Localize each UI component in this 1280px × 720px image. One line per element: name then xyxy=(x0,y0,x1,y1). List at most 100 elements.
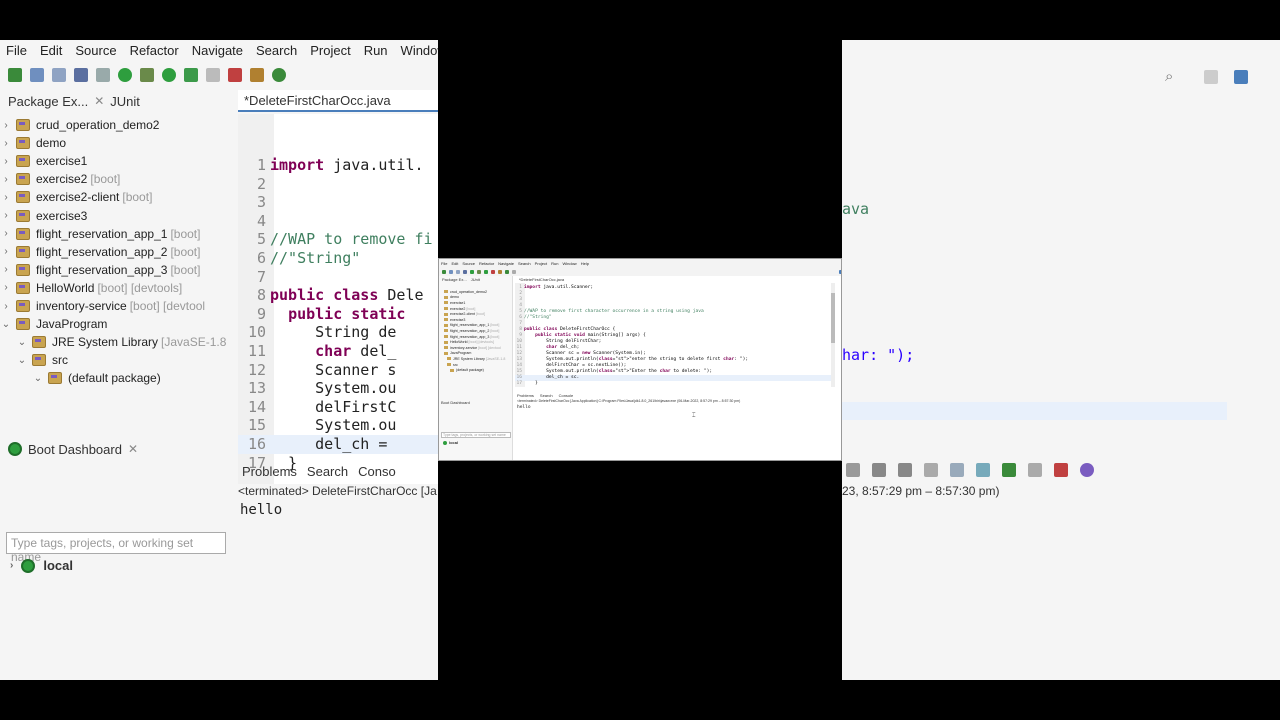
junit-tab[interactable]: JUnit xyxy=(471,277,480,282)
menu-edit[interactable]: Edit xyxy=(40,43,62,58)
project-tree-item[interactable]: › demo xyxy=(0,134,66,152)
chevron-icon[interactable]: › xyxy=(0,264,12,275)
menu-search[interactable]: Search xyxy=(256,43,297,58)
close-icon[interactable]: ✕ xyxy=(128,442,138,456)
menu-item[interactable]: Help xyxy=(581,261,589,266)
code-line[interactable]: 2 xyxy=(238,175,270,194)
chevron-icon[interactable]: › xyxy=(0,156,12,167)
chevron-icon[interactable]: ⌄ xyxy=(32,373,44,384)
code-line[interactable]: 14 delFirstC xyxy=(238,398,397,417)
editor-tab[interactable]: *DeleteFirstCharOcc.java xyxy=(238,90,438,112)
chevron-icon[interactable]: ⌄ xyxy=(16,337,28,348)
remove-launch-icon[interactable] xyxy=(872,463,886,477)
code-line[interactable]: 3 xyxy=(238,193,270,212)
editor-scrollbar[interactable] xyxy=(831,283,835,387)
chevron-icon[interactable]: › xyxy=(0,282,12,293)
menu-item[interactable]: Project xyxy=(535,261,547,266)
terminal-icon[interactable] xyxy=(74,68,88,82)
scrollbar-thumb[interactable] xyxy=(831,293,835,343)
project-tree-item[interactable]: (default package) xyxy=(439,367,512,373)
menu-item[interactable]: Source xyxy=(462,261,475,266)
code-line[interactable]: 8 public class Dele xyxy=(238,286,424,305)
project-tree-item[interactable]: ⌄ (default package) xyxy=(32,369,161,387)
display-console-icon[interactable] xyxy=(1002,463,1016,477)
code-line[interactable]: 9 public static xyxy=(238,305,406,324)
project-tree-item[interactable]: › flight_reservation_app_2 [boot] xyxy=(0,243,200,261)
code-line[interactable]: 16 del_ch = sc. xyxy=(515,375,831,381)
boot-filter-input[interactable]: Type tags, projects, or working set name xyxy=(441,432,511,438)
close-icon[interactable]: ✕ xyxy=(94,94,104,108)
chevron-icon[interactable]: › xyxy=(0,246,12,257)
code-line[interactable]: 17 } xyxy=(515,381,537,387)
run-icon[interactable] xyxy=(162,68,176,82)
boot-dashboard-tab[interactable]: Boot Dashboard ✕ xyxy=(0,438,232,460)
new-icon[interactable] xyxy=(442,269,446,274)
pin-console-icon[interactable] xyxy=(976,463,990,477)
new-icon[interactable] xyxy=(8,68,22,82)
code-line[interactable]: 10 String de xyxy=(238,323,397,342)
external-tools-icon[interactable] xyxy=(491,269,495,274)
spring-icon[interactable] xyxy=(118,68,132,82)
open-console-icon[interactable] xyxy=(1028,463,1042,477)
chevron-icon[interactable]: › xyxy=(0,192,12,203)
chevron-icon[interactable]: › xyxy=(0,120,12,131)
problems-tab[interactable]: Problems xyxy=(517,393,534,398)
code-line[interactable]: 7 xyxy=(238,268,270,287)
refresh-icon[interactable] xyxy=(272,68,286,82)
code-line[interactable]: 5//WAP to remove fi xyxy=(238,230,433,249)
remove-all-icon[interactable] xyxy=(898,463,912,477)
debug-icon[interactable] xyxy=(140,68,154,82)
debug-icon[interactable] xyxy=(477,269,481,274)
menu-project[interactable]: Project xyxy=(310,43,350,58)
menu-source[interactable]: Source xyxy=(75,43,116,58)
code-line[interactable]: 16 del_ch = xyxy=(238,435,438,454)
boot-local-node[interactable]: › local xyxy=(10,558,73,573)
save-all-icon[interactable] xyxy=(52,68,66,82)
perspective-icon[interactable] xyxy=(1204,70,1218,84)
clear-console-icon[interactable] xyxy=(846,463,860,477)
menu-refactor[interactable]: Refactor xyxy=(130,43,179,58)
project-tree-item[interactable]: › flight_reservation_app_3 [boot] xyxy=(0,261,200,279)
project-tree-item[interactable]: ⌄ JavaProgram xyxy=(0,315,108,333)
problems-tab[interactable]: Problems xyxy=(242,464,297,479)
chevron-right-icon[interactable]: › xyxy=(10,560,13,571)
junit-tab[interactable]: JUnit xyxy=(110,94,140,109)
refresh-icon[interactable] xyxy=(505,269,509,274)
menu-item[interactable]: File xyxy=(441,261,447,266)
chevron-icon[interactable]: › xyxy=(0,210,12,221)
coverage-icon[interactable] xyxy=(184,68,198,82)
menu-item[interactable]: Edit xyxy=(451,261,458,266)
console-tab[interactable]: Console xyxy=(559,393,574,398)
chevron-icon[interactable]: ⌄ xyxy=(16,355,28,366)
project-tree-item[interactable]: › inventory-service [boot] [devtool xyxy=(0,297,205,315)
chevron-icon[interactable]: › xyxy=(0,228,12,239)
menu-item[interactable]: Window xyxy=(562,261,576,266)
chevron-icon[interactable]: › xyxy=(0,301,12,312)
save-icon[interactable] xyxy=(30,68,44,82)
project-tree-item[interactable]: › exercise2 [boot] xyxy=(0,170,120,188)
boot-dashboard-tab[interactable]: Boot Dashboard xyxy=(439,400,513,405)
menu-navigate[interactable]: Navigate xyxy=(192,43,243,58)
new-package-icon[interactable] xyxy=(250,68,264,82)
menu-run[interactable]: Run xyxy=(364,43,388,58)
project-tree-item[interactable]: › exercise1 xyxy=(0,152,87,170)
code-line[interactable]: 15 System.ou xyxy=(238,416,397,435)
navigate-icon[interactable] xyxy=(512,269,516,274)
project-tree-item[interactable]: › exercise3 xyxy=(0,207,87,225)
boot-local-node[interactable]: local xyxy=(443,440,458,445)
stop-icon[interactable] xyxy=(206,68,220,82)
code-line[interactable]: 1 import java.util. xyxy=(238,156,424,175)
save-icon[interactable] xyxy=(449,269,453,274)
run-icon[interactable] xyxy=(484,269,488,274)
spring-icon[interactable] xyxy=(470,269,474,274)
scroll-lock-icon[interactable] xyxy=(924,463,938,477)
search-tab[interactable]: Search xyxy=(540,393,553,398)
java-perspective-icon[interactable] xyxy=(839,269,841,274)
word-wrap-icon[interactable] xyxy=(950,463,964,477)
menu-window[interactable]: Window xyxy=(401,43,438,58)
code-line[interactable]: 12 Scanner s xyxy=(238,361,397,380)
save-all-icon[interactable] xyxy=(456,269,460,274)
menu-item[interactable]: Run xyxy=(551,261,558,266)
search-icon[interactable]: ⌕ xyxy=(1165,68,1173,85)
menu-item[interactable]: Search xyxy=(518,261,531,266)
